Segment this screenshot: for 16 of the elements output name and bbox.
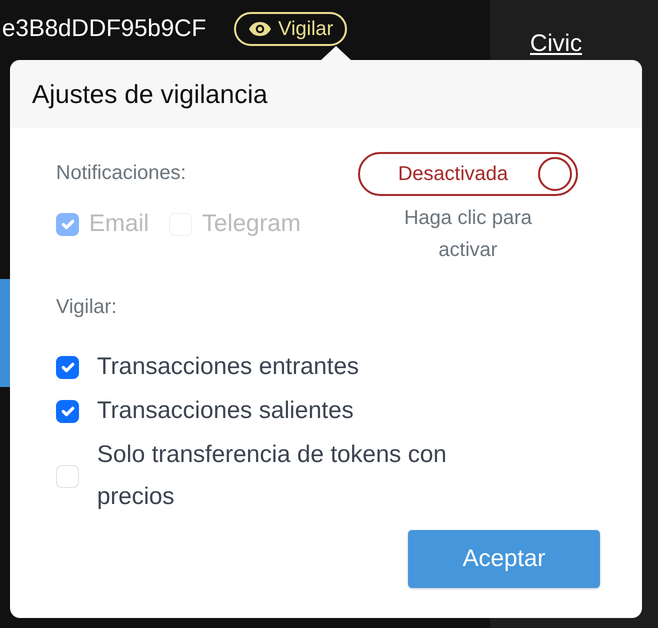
address-text: e3B8dDDF95b9CF (2, 14, 206, 44)
toggle-hint: Haga clic para activar (403, 206, 533, 263)
toggle-switch[interactable]: Desactivada (358, 152, 578, 196)
eye-icon (248, 20, 272, 36)
checkbox-label: Telegram (202, 209, 301, 239)
watch-label: Vigilar: (56, 295, 117, 320)
popover-title: Ajustes de vigilancia (32, 78, 268, 110)
checkbox-label: Solo transferencia de tokens con precios (97, 440, 448, 512)
checkbox-label: Transacciones salientes (97, 396, 354, 426)
civic-link[interactable]: Civic (530, 26, 582, 62)
checkbox-label: Email (89, 209, 150, 239)
notifications-label: Notificaciones: (56, 161, 186, 186)
checkbox[interactable] (56, 400, 79, 422)
checkbox-label: Transacciones entrantes (97, 352, 359, 382)
checkbox[interactable] (56, 356, 79, 378)
watch-button[interactable]: Vigilar (234, 12, 348, 46)
